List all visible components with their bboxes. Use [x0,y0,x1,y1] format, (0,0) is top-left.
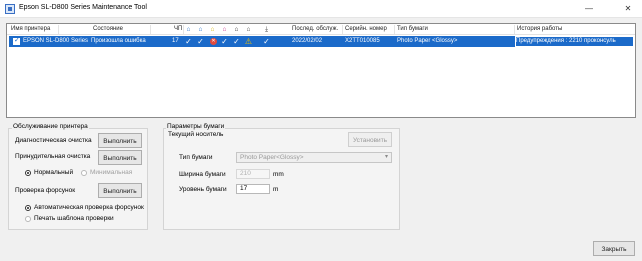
warning-icon: ⚠ [244,37,253,46]
cell-last-service: 2022/02/02 [292,38,323,44]
table-row[interactable]: EPSON SL-D800 Series Произошла ошибка 17… [9,36,634,47]
ink-icon: ⌂ [222,26,227,33]
col-printer-name[interactable]: Имя принтера [9,25,59,34]
table-header: Имя принтера Состояние ЧП ⌂ ⌂ ⌂ ⌂ ⌂ ⌂ ⤓ … [7,24,635,35]
current-media-label: Текущий носитель [168,131,224,138]
radio-auto-check[interactable] [25,205,31,211]
col-last-service[interactable]: Послед. обслуж. [290,25,343,34]
radio-minimal-label: Минимальная [90,169,133,176]
radio-auto-check-label: Автоматическая проверка форсунок [34,204,144,211]
cell-history: Предупреждения : 2210 проконсуль [515,36,634,47]
radio-print-pattern-label: Печать шаблона проверки [34,215,114,222]
app-icon [5,4,15,14]
close-button[interactable]: Закрыть [593,241,635,256]
set-paper-button[interactable]: Установить [348,132,392,147]
paper-type-value: Photo Paper<Glossy> [240,154,304,161]
paper-remaining-label: Уровень бумаги [179,186,227,193]
cleaning-group-title: Обслуживание принтера [12,123,89,130]
ink-icon: ⌂ [246,26,251,33]
check-icon: ✓ [263,37,270,46]
col-history[interactable]: История работы [515,25,635,34]
col-serial[interactable]: Серийн. номер [343,25,395,34]
check-icon: ✓ [185,37,192,46]
title-bar: Epson SL-D800 Series Maintenance Tool — … [0,0,642,18]
radio-normal-label: Нормальный [34,169,74,176]
download-icon: ⤓ [265,26,268,33]
nozzle-check-button[interactable]: Выполнить [98,183,142,198]
cell-cp: 17 [172,38,179,44]
paper-type-label: Тип бумаги [179,154,213,161]
chevron-down-icon: ▾ [384,154,388,160]
forced-clean-button[interactable]: Выполнить [98,150,142,165]
radio-minimal[interactable] [81,170,87,176]
ink-icon: ⌂ [210,26,215,33]
paper-remaining-unit: m [273,186,279,193]
cell-serial: X2TT010085 [345,38,380,44]
paper-width-unit: mm [273,171,284,178]
head-clean-button[interactable]: Выполнить [98,133,142,148]
window-title: Epson SL-D800 Series Maintenance Tool [19,4,147,11]
col-paper-type[interactable]: Тип бумаги [395,25,515,34]
cell-paper-type: Photo Paper <Glossy> [397,38,458,44]
cell-printer-name: EPSON SL-D800 Series [23,38,89,44]
col-cp[interactable]: ЧП [172,25,184,34]
nozzle-check-label: Проверка форсунок [15,187,76,194]
forced-clean-label: Принудительная очистка [15,153,91,160]
check-icon: ✓ [233,37,240,46]
error-icon: ✕ [210,38,217,45]
paper-width-label: Ширина бумаги [179,171,226,178]
row-checkbox[interactable] [13,36,20,45]
col-state[interactable]: Состояние [91,25,151,34]
paper-type-select[interactable]: Photo Paper<Glossy> ▾ [236,152,392,163]
head-clean-label: Диагностическая очистка [15,137,92,144]
ink-icon: ⌂ [234,26,239,33]
cell-state: Произошла ошибка [91,38,146,44]
paper-remaining-field[interactable]: 17 [236,184,270,194]
radio-normal[interactable] [25,170,31,176]
check-icon: ✓ [221,37,228,46]
check-icon: ✓ [197,37,204,46]
paper-width-field[interactable]: 210 [236,169,270,179]
printer-table: Имя принтера Состояние ЧП ⌂ ⌂ ⌂ ⌂ ⌂ ⌂ ⤓ … [6,23,636,118]
close-window-button[interactable]: ✕ [618,0,638,18]
radio-print-pattern[interactable] [25,216,31,222]
ink-icon: ⌂ [198,26,203,33]
ink-icon: ⌂ [186,26,191,33]
minimize-button[interactable]: — [579,0,599,18]
paper-group-title: Параметры бумаги [166,123,226,130]
